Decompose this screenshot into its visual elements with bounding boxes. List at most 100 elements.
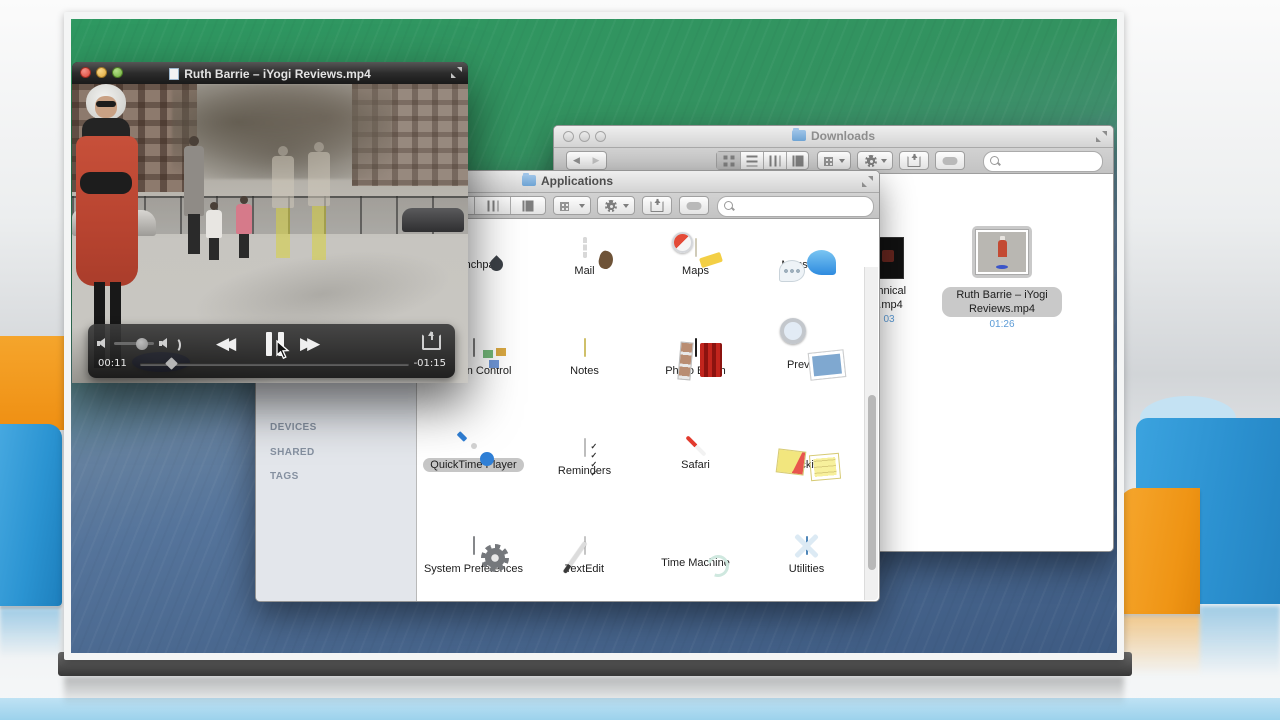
tags-button[interactable]: [935, 151, 965, 170]
fullscreen-icon[interactable]: [1096, 131, 1107, 142]
app-item-preview[interactable]: Preview: [751, 336, 862, 372]
backdrop-orange-block-left: [0, 336, 66, 430]
chevron-down-icon: [839, 159, 845, 166]
folder-icon: [791, 128, 806, 141]
video-frame[interactable]: ◀◀ ▶▶ 00:11 -01:15: [72, 84, 468, 383]
downloads-titlebar[interactable]: Downloads: [554, 126, 1113, 148]
scrollbar-track[interactable]: [864, 267, 878, 600]
search-input[interactable]: [735, 198, 869, 215]
search-icon: [990, 156, 999, 165]
volume-min-icon: [97, 338, 105, 348]
system-preferences-icon: [472, 536, 475, 555]
gear-icon: [605, 200, 617, 212]
coverflow-view-button[interactable]: [786, 152, 808, 169]
action-button[interactable]: [857, 151, 893, 170]
app-item-stickies[interactable]: Stickies: [751, 436, 862, 472]
coverflow-view-button[interactable]: [510, 197, 545, 214]
list-view-icon: [746, 155, 758, 166]
screen-reflection: [64, 676, 1124, 706]
mouse-cursor: [276, 340, 290, 360]
video-car-right: [402, 208, 464, 232]
backdrop-orange-reflection-right: [1122, 616, 1200, 676]
sidebar-section-tags[interactable]: TAGS: [270, 471, 299, 482]
file-name: Ruth Barrie – iYogi Reviews.mp4: [942, 287, 1062, 317]
mail-icon: [582, 237, 587, 258]
arrange-button[interactable]: [553, 196, 591, 215]
backdrop-blue-reflection-left: [0, 608, 60, 658]
downloads-window-title: Downloads: [554, 128, 1113, 143]
icon-view-icon: [723, 155, 734, 166]
app-item-system-preferences[interactable]: System Preferences: [418, 534, 529, 576]
desktop-wallpaper: Downloads ◀ ▶ chnical t.mp4 03 Ruth Barr…: [71, 19, 1117, 653]
elapsed-time: 00:11: [98, 358, 127, 369]
arrange-icon: [560, 202, 569, 211]
arrange-button[interactable]: [817, 151, 851, 170]
search-icon: [724, 201, 733, 210]
action-button[interactable]: [597, 196, 635, 215]
share-button[interactable]: [642, 196, 672, 215]
app-item-maps[interactable]: Maps: [640, 236, 751, 278]
share-icon[interactable]: [422, 331, 441, 350]
scrollbar-thumb[interactable]: [868, 395, 876, 570]
fullscreen-icon[interactable]: [862, 176, 873, 187]
app-item-notes[interactable]: Notes: [529, 336, 640, 378]
column-view-button[interactable]: [763, 152, 786, 169]
maps-icon: [694, 238, 697, 257]
forward-button[interactable]: ▶: [586, 151, 607, 170]
quicktime-window[interactable]: Ruth Barrie – iYogi Reviews.mp4 ◀◀ ▶▶ 00…: [72, 62, 468, 383]
file-duration: 01:26: [989, 319, 1015, 330]
column-view-icon: [487, 200, 498, 211]
video-ghost-figure: [272, 146, 294, 258]
search-field-container: [983, 151, 1103, 172]
fast-forward-button[interactable]: ▶▶: [300, 334, 320, 354]
quicktime-titlebar[interactable]: Ruth Barrie – iYogi Reviews.mp4: [72, 62, 468, 85]
column-view-icon: [769, 155, 781, 166]
backdrop-blue-reflection-right: [1200, 606, 1280, 676]
remaining-time: -01:15: [413, 358, 446, 369]
share-button[interactable]: [899, 151, 929, 170]
backdrop-blue-block-left: [0, 424, 62, 606]
app-item-mail[interactable]: Mail: [529, 236, 640, 278]
video-thumbnail: [976, 230, 1028, 274]
reminders-icon: [583, 438, 586, 457]
playback-controls: ◀◀ ▶▶ 00:11 -01:15: [88, 324, 455, 378]
icon-view-button[interactable]: [717, 152, 740, 169]
arrange-icon: [824, 157, 833, 166]
textedit-icon: [583, 536, 586, 555]
app-item-textedit[interactable]: TextEdit: [529, 534, 640, 576]
app-item-photo-booth[interactable]: Photo Booth: [640, 336, 751, 378]
view-switcher: [716, 151, 809, 170]
volume-slider[interactable]: [114, 342, 154, 345]
app-item-time-machine[interactable]: Time Machine: [640, 534, 751, 570]
timeline-scrubber[interactable]: [140, 357, 409, 370]
app-item-utilities[interactable]: Utilities: [751, 534, 862, 576]
volume-knob[interactable]: [136, 337, 148, 350]
back-button[interactable]: ◀: [566, 151, 587, 170]
fullscreen-icon[interactable]: [451, 67, 462, 78]
search-field-container: [717, 196, 874, 217]
mission-control-icon: [472, 338, 475, 357]
share-icon: [650, 198, 664, 212]
search-input[interactable]: [1001, 153, 1098, 170]
file-item-selected[interactable]: Ruth Barrie – iYogi Reviews.mp4 01:26: [942, 226, 1062, 330]
thumbnail-selection: [972, 226, 1032, 278]
column-view-button[interactable]: [474, 197, 510, 214]
notes-icon: [583, 338, 586, 357]
scrubber-handle[interactable]: [165, 357, 178, 370]
mac-screen-bezel: Downloads ◀ ▶ chnical t.mp4 03 Ruth Barr…: [64, 12, 1124, 660]
sidebar-section-devices[interactable]: DEVICES: [270, 422, 317, 433]
video-background-child: [206, 202, 222, 260]
applications-icon-grid: Launchpad Mail Maps Messages Mission Con…: [417, 219, 879, 601]
video-file-icon: [169, 68, 180, 80]
tags-button[interactable]: [679, 196, 709, 215]
video-ghost-figure: [308, 142, 330, 260]
app-item-reminders[interactable]: Reminders: [529, 436, 640, 478]
video-background-person: [184, 136, 204, 254]
app-item-quicktime-player[interactable]: QuickTime Player: [418, 436, 529, 472]
sidebar-section-shared[interactable]: SHARED: [270, 447, 315, 458]
rewind-button[interactable]: ◀◀: [216, 334, 236, 354]
app-item-messages[interactable]: Messages: [751, 236, 862, 272]
gear-icon: [865, 155, 877, 167]
list-view-button[interactable]: [740, 152, 763, 169]
app-item-safari[interactable]: Safari: [640, 436, 751, 472]
